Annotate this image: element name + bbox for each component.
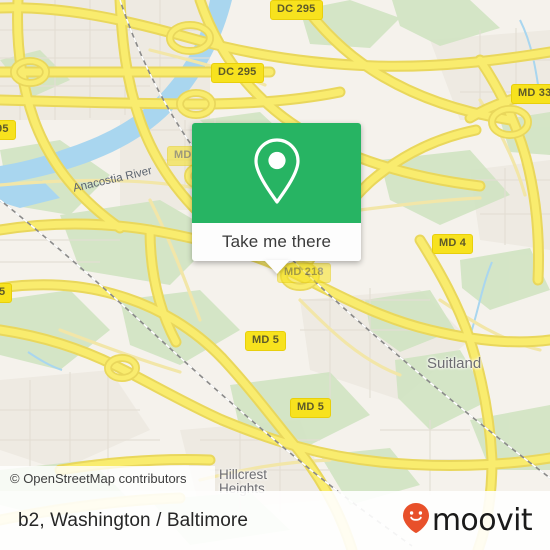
road-shield-md5-upper[interactable]: MD 5	[245, 331, 287, 351]
bottom-bar: b2, Washington / Baltimore moovit	[0, 491, 550, 550]
moovit-pin-smiley-icon	[402, 502, 430, 539]
location-title: b2, Washington / Baltimore	[18, 509, 249, 531]
road-shield-md5-lower[interactable]: MD 5	[290, 398, 332, 418]
road-shield-95[interactable]: 95	[0, 120, 16, 140]
map-pin-icon	[249, 136, 305, 211]
road-shield-dc295-north[interactable]: DC 295	[270, 0, 323, 20]
callout-action-area[interactable]: Take me there	[192, 223, 361, 261]
place-label-suitland: Suitland	[427, 355, 482, 372]
callout-tail	[263, 260, 290, 274]
road-shield-md332[interactable]: MD 332	[511, 84, 550, 104]
take-me-there-button[interactable]: Take me there	[222, 232, 331, 252]
moovit-map-screen: DC 295 DC 295 MD 332 95 MD MD 4 MD 218 5…	[0, 0, 550, 550]
road-shield-md4[interactable]: MD 4	[432, 234, 474, 254]
osm-attribution[interactable]: © OpenStreetMap contributors	[0, 466, 215, 491]
callout-pin-area	[192, 123, 361, 223]
moovit-wordmark: moovit	[431, 502, 533, 538]
road-shield-5[interactable]: 5	[0, 283, 13, 303]
road-shield-dc295-west[interactable]: DC 295	[211, 63, 264, 83]
attribution-text: © OpenStreetMap contributors	[10, 471, 187, 486]
moovit-logo[interactable]: moovit	[402, 502, 533, 539]
destination-callout[interactable]: Take me there	[192, 123, 361, 274]
